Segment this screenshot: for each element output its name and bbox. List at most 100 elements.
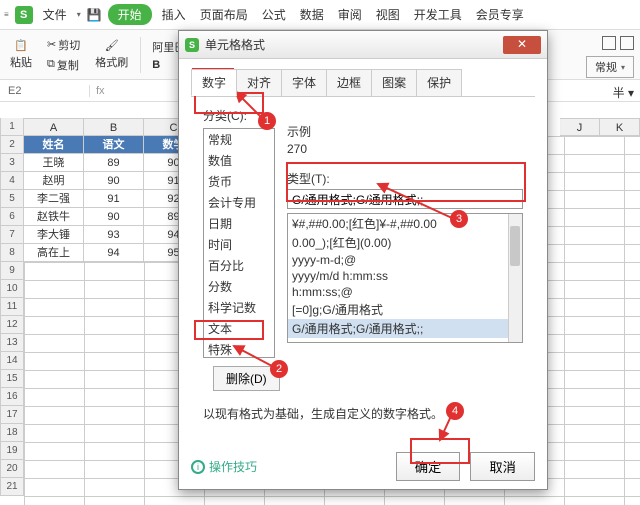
tab-vip[interactable]: 会员专享 [472,4,528,25]
row-header[interactable]: 3 [0,154,24,172]
category-item[interactable]: 数值 [204,150,274,171]
tab-review[interactable]: 审阅 [334,4,366,25]
col-header[interactable]: A [24,118,84,136]
copy-button[interactable]: ⧉复制 [44,56,83,74]
row-header[interactable]: 18 [0,424,24,442]
cancel-button[interactable]: 取消 [470,452,535,481]
format-item[interactable]: yyyy/m/d h:mm:ss [288,268,522,284]
menu-icon[interactable]: ≡ [4,10,9,19]
copy-label: 复制 [57,57,79,73]
row-header[interactable]: 15 [0,370,24,388]
table-cell[interactable]: 赵铁牛 [24,208,84,226]
row-header[interactable]: 8 [0,244,24,262]
format-item[interactable]: [=0]g;G/通用格式 [288,300,522,319]
file-menu[interactable]: 文件 [39,4,71,25]
tab-layout[interactable]: 页面布局 [196,4,252,25]
delete-button[interactable]: 删除(D) [213,366,280,391]
category-item[interactable]: 百分比 [204,255,274,276]
tab-protect[interactable]: 保护 [416,69,462,96]
tab-formula[interactable]: 公式 [258,4,290,25]
row-header[interactable]: 4 [0,172,24,190]
table-cell[interactable]: 王晓 [24,154,84,172]
table-cell[interactable]: 90 [84,208,144,226]
table-cell[interactable]: 91 [84,190,144,208]
tab-data[interactable]: 数据 [296,4,328,25]
example-value: 270 [287,140,527,162]
category-item[interactable]: 时间 [204,234,274,255]
style-selector[interactable]: 常规▾ [586,56,634,78]
redo-icon[interactable] [620,36,634,50]
table-cell[interactable]: 93 [84,226,144,244]
format-item[interactable]: G/通用格式;G/通用格式;; [288,319,522,338]
fx-icon[interactable]: fx [90,85,111,97]
table-cell[interactable]: 90 [84,172,144,190]
format-item[interactable]: h:mm:ss;@ [288,284,522,300]
category-item[interactable]: 日期 [204,213,274,234]
category-item[interactable]: 常规 [204,129,274,150]
type-input[interactable] [287,189,523,209]
row-header[interactable]: 5 [0,190,24,208]
row-header[interactable]: 6 [0,208,24,226]
tab-insert[interactable]: 插入 [158,4,190,25]
row-header[interactable]: 9 [0,262,24,280]
paste-label: 粘贴 [10,54,32,70]
tab-font[interactable]: 字体 [281,69,327,96]
category-item[interactable]: 分数 [204,276,274,297]
copy-icon: ⧉ [47,58,55,71]
tab-dev[interactable]: 开发工具 [410,4,466,25]
scrollbar[interactable] [508,214,522,342]
tab-align[interactable]: 对齐 [236,69,282,96]
table-cell[interactable]: 李二强 [24,190,84,208]
format-item[interactable]: ¥#,##0.00;[红色]¥-#,##0.00 [288,214,522,233]
row-header[interactable]: 21 [0,478,24,496]
style-label: 常规 [595,59,617,75]
col-header[interactable]: K [600,118,640,136]
row-header[interactable]: 13 [0,334,24,352]
row-header[interactable]: 12 [0,316,24,334]
cut-button[interactable]: ✂剪切 [44,36,83,54]
name-box[interactable]: E2 [0,85,90,97]
row-header[interactable]: 17 [0,406,24,424]
format-item[interactable]: yyyy-m-d;@ [288,252,522,268]
row-header[interactable]: 20 [0,460,24,478]
category-item[interactable]: 会计专用 [204,192,274,213]
table-cell[interactable]: 高在上 [24,244,84,262]
tab-pattern[interactable]: 图案 [371,69,417,96]
close-button[interactable]: ✕ [503,36,541,54]
row-header[interactable]: 14 [0,352,24,370]
tab-border[interactable]: 边框 [326,69,372,96]
row-header[interactable]: 16 [0,388,24,406]
row-header[interactable]: 10 [0,280,24,298]
example-label: 示例 [287,123,527,140]
tab-view[interactable]: 视图 [372,4,404,25]
format-item[interactable]: 0.00_);[红色](0.00) [288,233,522,252]
category-list[interactable]: 常规数值货币会计专用日期时间百分比分数科学记数文本特殊自定义 [203,128,275,358]
ok-button[interactable]: 确定 [396,452,461,481]
dialog-logo: S [185,38,199,52]
save-icon[interactable]: 💾 [87,8,102,22]
row-header[interactable]: 7 [0,226,24,244]
tab-number[interactable]: 数字 [191,69,237,96]
tips-link[interactable]: i 操作技巧 [191,458,257,475]
table-cell[interactable]: 赵明 [24,172,84,190]
col-header[interactable]: B [84,118,144,136]
row-header[interactable]: 1 [0,118,24,136]
col-header[interactable]: J [560,118,600,136]
table-cell[interactable]: 94 [84,244,144,262]
format-list[interactable]: ¥#,##0.00;[红色]¥-#,##0.000.00_);[红色](0.00… [287,213,523,343]
tab-start[interactable]: 开始 [108,4,152,25]
category-item[interactable]: 特殊 [204,339,274,358]
yen-icon[interactable]: 半 ▾ [613,84,634,101]
category-item[interactable]: 科学记数 [204,297,274,318]
row-header[interactable]: 19 [0,442,24,460]
category-item[interactable]: 文本 [204,318,274,339]
row-header[interactable]: 11 [0,298,24,316]
table-cell[interactable]: 李大锤 [24,226,84,244]
row-header[interactable]: 2 [0,136,24,154]
chevron-down-icon[interactable]: ▾ [77,10,81,19]
category-item[interactable]: 货币 [204,171,274,192]
table-cell[interactable]: 89 [84,154,144,172]
undo-icon[interactable] [602,36,616,50]
paste-button[interactable]: 📋 粘贴 [6,37,36,72]
format-painter-button[interactable]: 🖌 格式刷 [91,37,132,72]
